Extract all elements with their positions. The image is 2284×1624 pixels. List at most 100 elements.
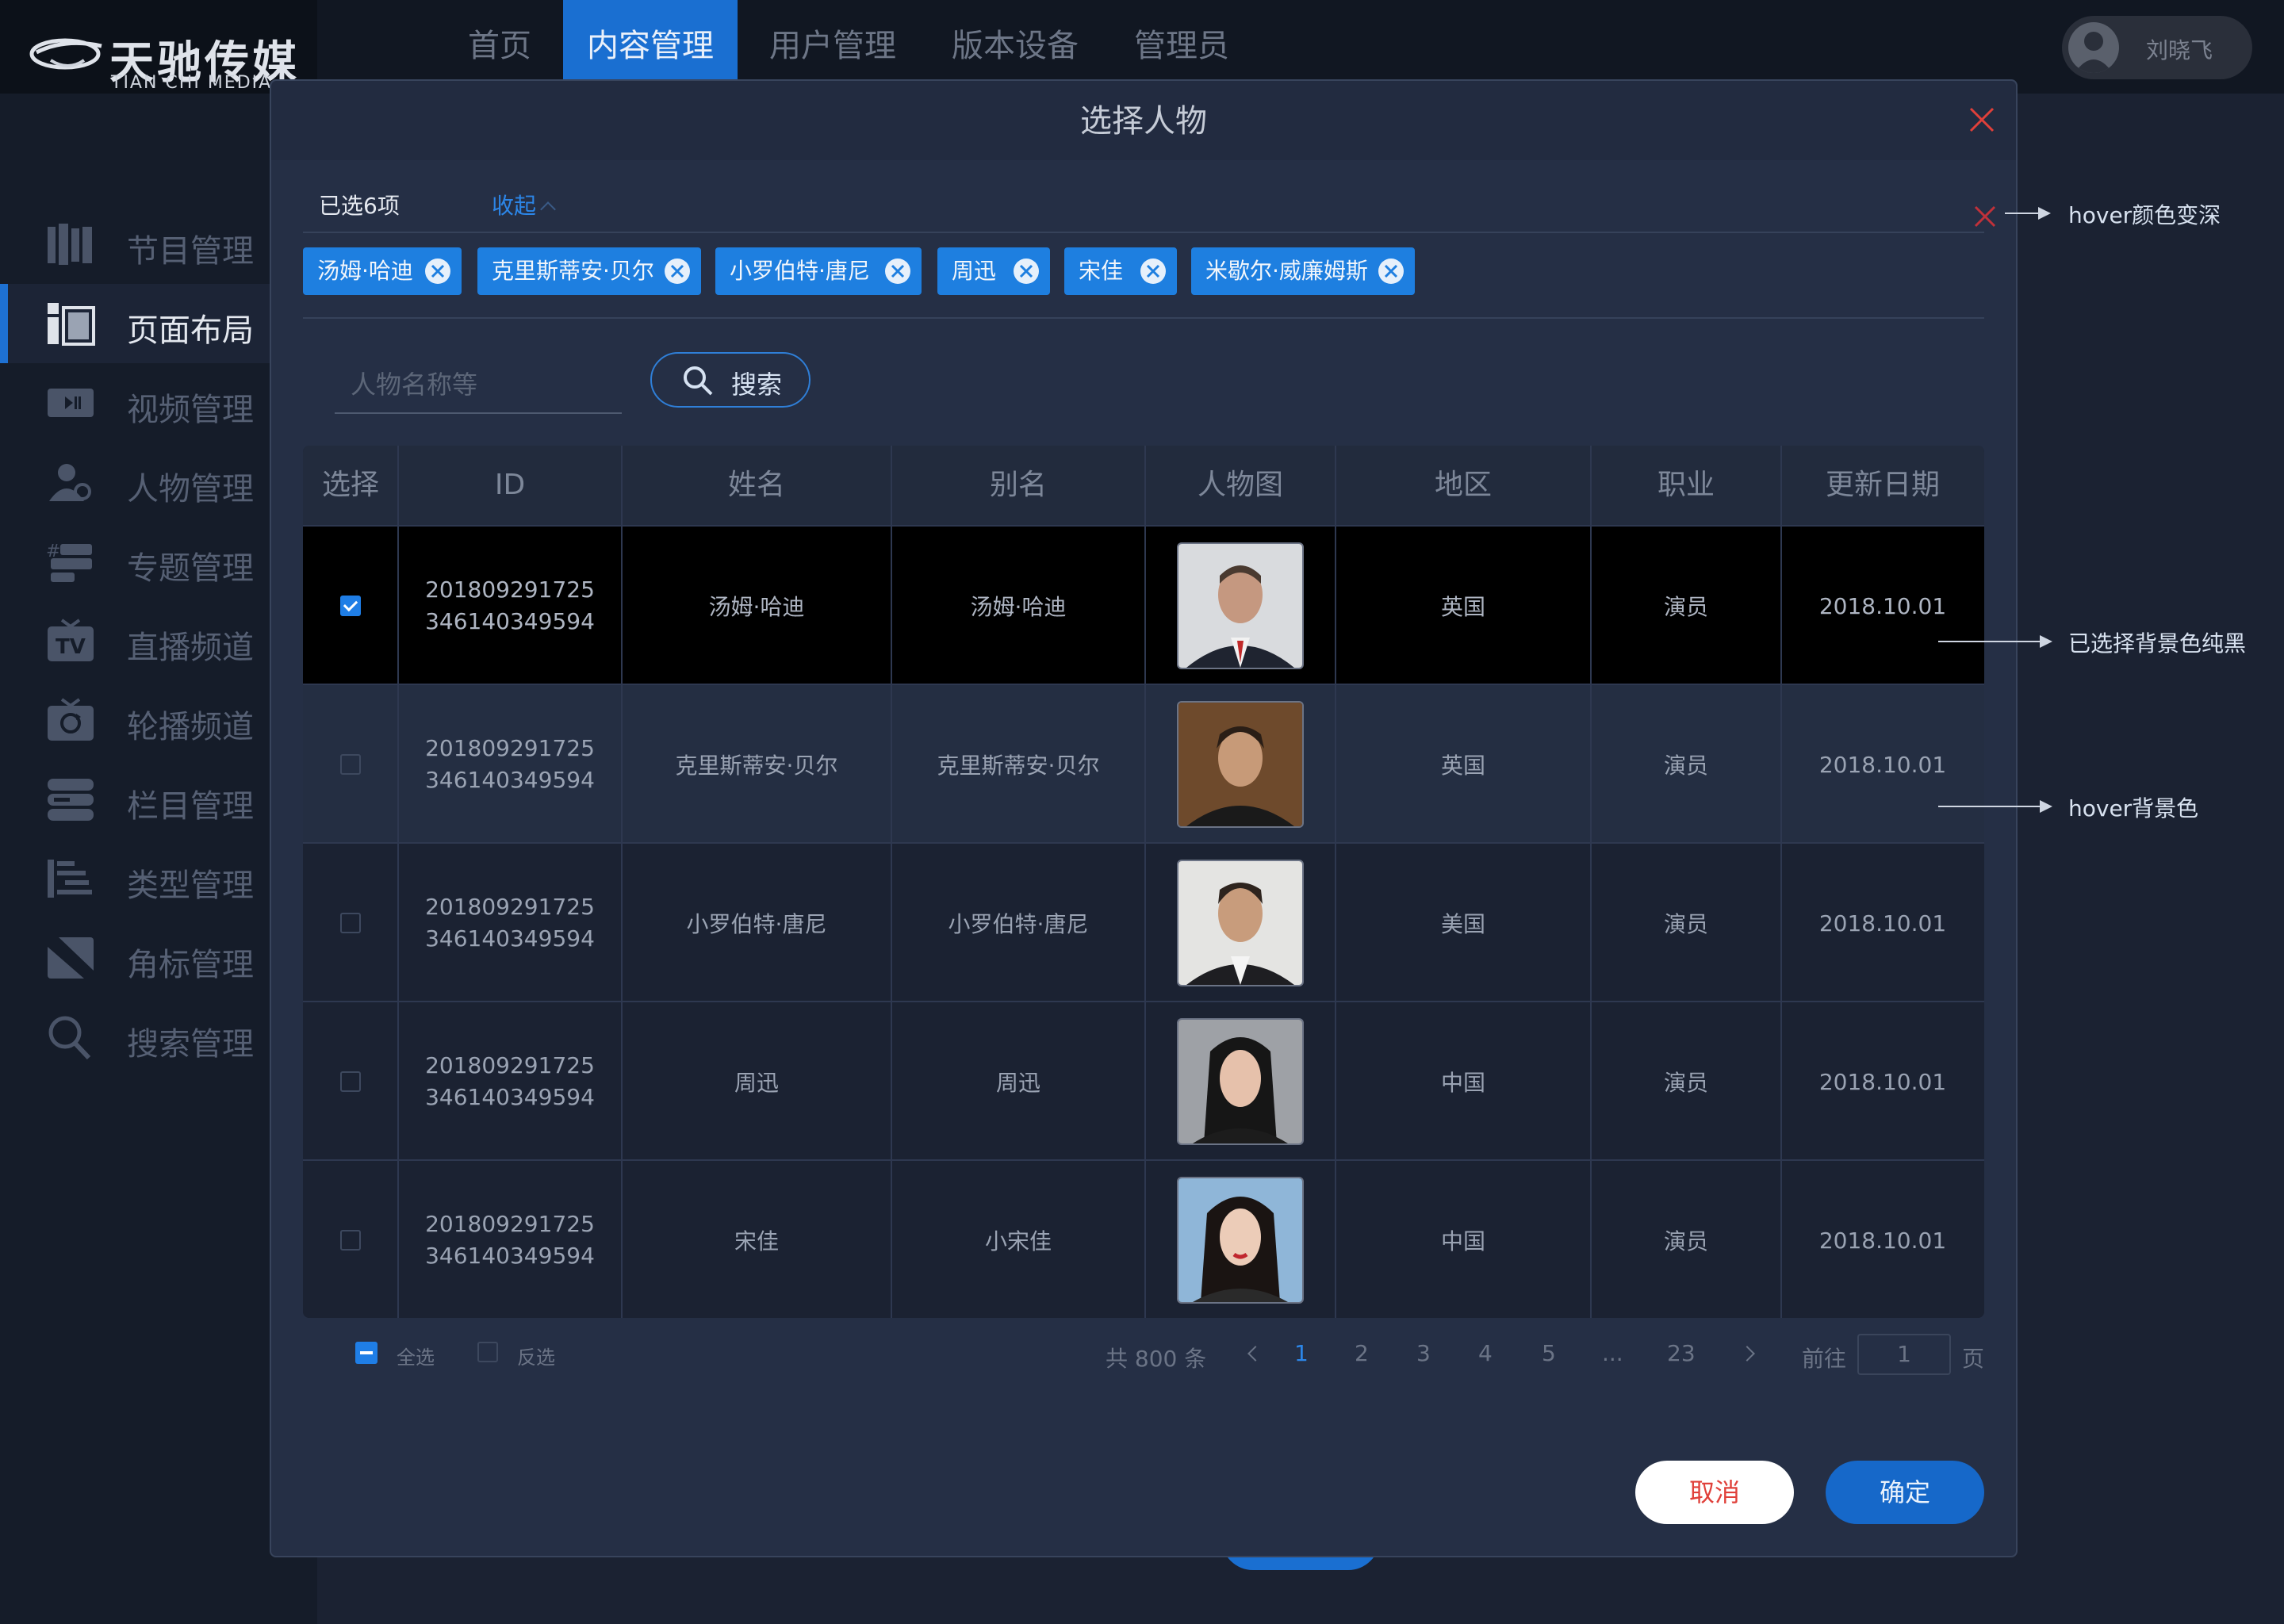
row-region: 英国 — [1440, 594, 1485, 620]
chevron-right-icon[interactable] — [1739, 1346, 1755, 1362]
nav-item-home[interactable]: 首页 — [444, 0, 555, 79]
nav-item-content[interactable]: 内容管理 — [563, 0, 738, 79]
annotation-arrow — [1938, 641, 2041, 642]
topic-icon: # — [46, 542, 92, 582]
column-header: 别名 — [989, 469, 1047, 501]
user-menu[interactable]: 刘晓飞 — [2062, 16, 2252, 79]
select-all-label: 全选 — [397, 1346, 435, 1369]
row-checkbox[interactable] — [340, 1230, 361, 1251]
remove-tag-icon[interactable] — [423, 257, 452, 285]
chevron-left-icon[interactable] — [1247, 1346, 1263, 1362]
selected-tag: 小罗伯特·唐尼 — [715, 247, 922, 295]
column-divider — [621, 446, 623, 1318]
user-avatar-icon — [2075, 32, 2113, 73]
column-header: 姓名 — [727, 469, 785, 501]
video-icon — [48, 389, 94, 417]
person-portrait-icon — [1178, 1020, 1302, 1143]
row-checkbox[interactable] — [340, 1071, 361, 1092]
logo-mark-icon — [29, 38, 102, 70]
invert-selection-label: 反选 — [517, 1346, 555, 1369]
column-header: 人物图 — [1197, 469, 1283, 501]
page-ellipsis[interactable]: ... — [1602, 1340, 1623, 1366]
modal-header: 选择人物 — [271, 81, 2016, 160]
row-name: 汤姆·哈迪 — [708, 594, 805, 620]
row-id: 346140349594 — [425, 1084, 595, 1110]
divider — [303, 317, 1984, 319]
person-photo — [1177, 860, 1304, 986]
row-id: 346140349594 — [425, 1243, 595, 1269]
select-all-checkbox[interactable] — [355, 1342, 377, 1364]
column-divider — [1335, 446, 1336, 1318]
row-id: 201809291725 — [425, 1052, 595, 1078]
search-placeholder: 人物名称等 — [351, 370, 478, 400]
row-alias: 小宋佳 — [984, 1228, 1052, 1254]
page-number[interactable]: 3 — [1416, 1340, 1431, 1366]
nav-item-admin[interactable]: 管理员 — [1110, 0, 1253, 79]
page-number[interactable]: 2 — [1355, 1340, 1369, 1366]
sidebar-item-label: 类型管理 — [127, 868, 254, 904]
row-checkbox[interactable] — [340, 596, 361, 616]
nav-item-versions[interactable]: 版本设备 — [928, 0, 1102, 79]
selected-tag: 周迅 — [937, 247, 1050, 295]
tv-icon: TV — [48, 619, 94, 661]
person-photo — [1177, 542, 1304, 669]
table-row[interactable]: 201809291725 346140349594 周迅 周迅 中国 演员 201… — [303, 1001, 1984, 1159]
search-input[interactable]: 人物名称等 — [335, 354, 622, 414]
search-button[interactable]: 搜索 — [650, 352, 811, 408]
annotation-hover-close: hover颜色变深 — [2068, 202, 2221, 228]
badge-icon — [48, 937, 94, 979]
page-number[interactable]: 5 — [1542, 1340, 1556, 1366]
clear-all-icon[interactable] — [1973, 205, 1997, 228]
sidebar-item-label: 搜索管理 — [127, 1026, 254, 1063]
column-header: ID — [494, 469, 526, 501]
remove-tag-icon[interactable] — [1377, 257, 1405, 285]
sidebar-item-label: 角标管理 — [127, 947, 254, 983]
row-region: 中国 — [1440, 1070, 1485, 1096]
row-id: 201809291725 — [425, 1211, 595, 1237]
remove-tag-icon[interactable] — [1012, 257, 1040, 285]
remove-tag-icon[interactable] — [663, 257, 692, 285]
page-number[interactable]: 23 — [1667, 1340, 1696, 1366]
sidebar-item-label: 专题管理 — [127, 550, 254, 587]
confirm-button[interactable]: 确定 — [1826, 1461, 1984, 1524]
row-checkbox[interactable] — [340, 913, 361, 933]
goto-label: 前往 — [1802, 1346, 1847, 1372]
select-person-modal: 选择人物 已选6项 收起 汤姆·哈迪 克里斯蒂安·贝尔 小罗伯特·唐尼 周迅 宋… — [270, 79, 2018, 1557]
table-row[interactable]: 201809291725 346140349594 汤姆·哈迪 汤姆·哈迪 英国 … — [303, 525, 1984, 684]
page-number[interactable]: 1 — [1294, 1340, 1309, 1366]
total-count: 共 800 条 — [1106, 1346, 1207, 1372]
invert-selection-checkbox[interactable] — [477, 1342, 498, 1362]
row-id: 346140349594 — [425, 767, 595, 793]
close-icon[interactable] — [1968, 106, 1995, 133]
remove-tag-icon[interactable] — [1139, 257, 1167, 285]
person-icon — [49, 464, 91, 501]
remove-tag-icon[interactable] — [883, 257, 912, 285]
avatar — [2068, 22, 2119, 73]
row-alias: 周迅 — [995, 1070, 1040, 1096]
top-nav: 首页 内容管理 用户管理 版本设备 管理员 — [444, 0, 1261, 79]
table-row[interactable]: 201809291725 346140349594 克里斯蒂安·贝尔 克里斯蒂安·… — [303, 684, 1984, 842]
table-row[interactable]: 201809291725 346140349594 宋佳 小宋佳 中国 演员 20… — [303, 1159, 1984, 1318]
selected-tag: 汤姆·哈迪 — [303, 247, 462, 295]
table-row[interactable]: 201809291725 346140349594 小罗伯特·唐尼 小罗伯特·唐尼… — [303, 842, 1984, 1001]
annotation-arrow — [2005, 213, 2040, 214]
person-table: 选择 ID 姓名 别名 人物图 地区 职业 更新日期 201809291725 3… — [303, 446, 1984, 1318]
cancel-button[interactable]: 取消 — [1635, 1461, 1794, 1524]
row-checkbox[interactable] — [340, 754, 361, 775]
sidebar-item-label: 视频管理 — [127, 392, 254, 428]
goto-page-input[interactable]: 1 — [1857, 1334, 1951, 1375]
collapse-toggle[interactable]: 收起 — [492, 189, 556, 220]
nav-item-users[interactable]: 用户管理 — [745, 0, 920, 79]
person-photo — [1177, 701, 1304, 828]
column-header: 职业 — [1657, 469, 1715, 501]
row-alias: 克里斯蒂安·贝尔 — [937, 753, 1100, 779]
selected-tag: 米歇尔·威廉姆斯 — [1191, 247, 1415, 295]
table-header: 选择 ID 姓名 别名 人物图 地区 职业 更新日期 — [303, 446, 1984, 527]
page-number[interactable]: 4 — [1478, 1340, 1493, 1366]
selected-tag: 克里斯蒂安·贝尔 — [477, 247, 701, 295]
row-region: 英国 — [1440, 753, 1485, 779]
program-icon — [48, 224, 92, 265]
row-name: 克里斯蒂安·贝尔 — [675, 753, 838, 779]
goto-unit: 页 — [1962, 1346, 1985, 1372]
person-portrait-icon — [1178, 544, 1302, 668]
